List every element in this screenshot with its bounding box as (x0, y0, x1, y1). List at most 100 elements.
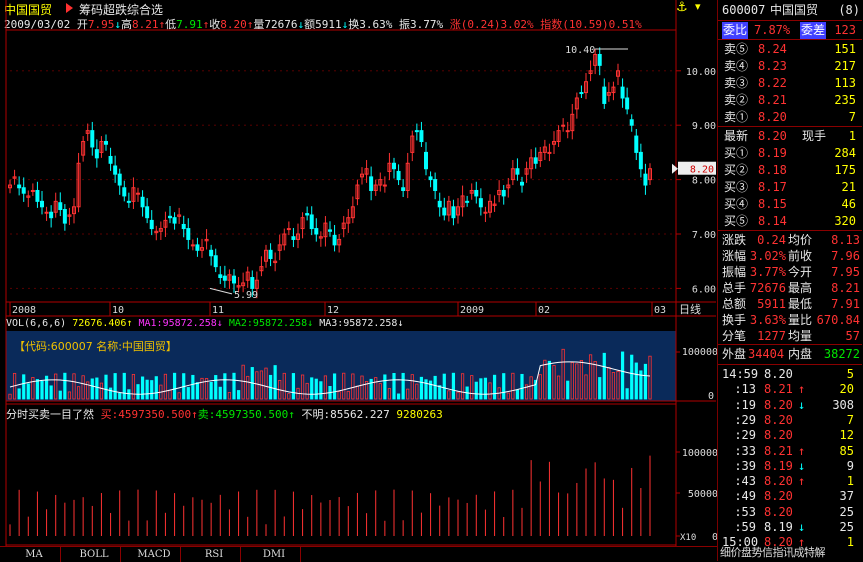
candle-body (222, 275, 227, 281)
volume-bar (22, 374, 26, 400)
trade-axis-label: 100000 (682, 448, 717, 459)
weibi-label: 委比 (722, 22, 749, 39)
trade-unknown: 不明:85562.227 (301, 408, 390, 421)
ask-volume: 217 (834, 59, 856, 73)
candle-body (90, 130, 95, 148)
quote-footer-tabs[interactable]: 细价盘势信指讯成特解 (720, 544, 826, 560)
stat-value: 0.24 (757, 233, 786, 247)
candle-body (21, 187, 26, 194)
candle-body (382, 184, 387, 187)
bid-label: 买① (724, 146, 749, 160)
bid-price: 8.15 (758, 197, 787, 211)
inout-row: 外盘 34404 内盘 38272 (718, 346, 862, 363)
trade-panel-header: 分时买卖一目了然 买:4597350.500↑卖:4597350.500↑ 不明… (6, 406, 443, 422)
stat-row: 涨跌 0.24 均价 8.13 (718, 232, 862, 249)
latest-value: 8.20 (758, 129, 787, 143)
candle-body (643, 173, 648, 186)
bid-price: 8.19 (758, 146, 787, 160)
volume-bar (214, 375, 218, 400)
candle-body (547, 151, 552, 154)
stat-label: 前收 (788, 249, 813, 263)
volume-bar (150, 380, 154, 400)
price-tick-label: 7.00 (692, 230, 716, 241)
volume-bar (140, 376, 145, 400)
volume-bar (451, 372, 456, 400)
volume-bar (401, 372, 405, 400)
volume-bar (630, 354, 634, 400)
ask-row: 卖⑤ 8.24 151 (718, 41, 862, 58)
candle-body (168, 215, 172, 219)
tab-ma[interactable]: MA (8, 547, 61, 562)
quote-name: 中国国贸 (770, 3, 819, 17)
vol-value: 72676.406 (72, 318, 127, 329)
candle-body (44, 211, 49, 214)
stat-label: 最高 (788, 281, 813, 295)
volume-bar (319, 381, 323, 400)
candle-body (94, 149, 99, 159)
tab-macd[interactable]: MACD (128, 547, 181, 562)
candle-body (474, 189, 479, 197)
xianshou-label: 现手 (802, 129, 827, 143)
candle-body (104, 141, 108, 145)
stat-label: 均量 (788, 329, 813, 343)
volume-bar (502, 373, 506, 400)
stat-value: 72676 (749, 281, 786, 295)
stat-row: 振幅 3.77% 今开 7.95 (718, 264, 862, 281)
up-arrow-icon: ↑ (288, 408, 295, 421)
bid-row: 买② 8.18 175 (718, 162, 862, 179)
time-axis-label: 2009 (460, 305, 484, 316)
vol-axis-zero: 0 (708, 391, 714, 402)
time-axis-label: 2008 (12, 305, 36, 316)
stat-value: 3.77% (749, 265, 786, 279)
candle-body (309, 214, 314, 230)
bid-row: 买③ 8.17 21 (718, 179, 862, 196)
volume-bar (95, 377, 99, 400)
candle-body (172, 217, 177, 224)
candle-body (515, 168, 520, 175)
candle-body (437, 200, 442, 208)
bid-volume: 46 (841, 197, 856, 211)
candle-body (332, 234, 337, 246)
tab-rsi[interactable]: RSI (188, 547, 241, 562)
candle-body (108, 155, 113, 164)
stat-value: 7.96 (831, 249, 860, 263)
volume-bar (127, 389, 131, 400)
waipan-label: 外盘 (722, 347, 747, 361)
stat-label: 涨跌 (722, 233, 747, 247)
volume-bar (108, 387, 113, 400)
volume-bar (236, 390, 241, 400)
stat-label: 总手 (722, 281, 747, 295)
stat-value: 670.84 (816, 313, 860, 327)
volume-bar (122, 372, 126, 400)
volume-bar (17, 388, 21, 400)
xianshou-value: 1 (848, 129, 856, 143)
volume-bar (191, 374, 195, 400)
volume-bar (433, 375, 437, 400)
tab-boll[interactable]: BOLL (68, 547, 121, 562)
weicha-label: 委差 (800, 22, 827, 39)
ask-row: 卖④ 8.23 217 (718, 58, 862, 75)
stat-row: 总手 72676 最高 8.21 (718, 280, 862, 297)
period-label: 日线 (679, 302, 701, 316)
candle-body (533, 157, 538, 164)
divider (718, 20, 862, 21)
volume-bar (49, 385, 53, 400)
volume-bar (291, 373, 296, 400)
stat-label: 换手 (722, 313, 747, 327)
bid-label: 买⑤ (724, 214, 749, 228)
divider (718, 344, 862, 345)
candle-body (442, 207, 447, 216)
ask-label: 卖③ (724, 76, 749, 90)
stat-value: 57 (845, 329, 860, 343)
trade-buy: 买:4597350.500 (100, 408, 192, 421)
bid-volume: 320 (834, 214, 856, 228)
candle-body (565, 130, 570, 133)
volume-bar (424, 379, 428, 400)
volume-bar (492, 374, 497, 400)
chart-area[interactable]: 10.00 9.00 8.00 7.00 6.00 8.20 10.40 5.99 2008 10… (0, 0, 717, 546)
candle-body (419, 130, 424, 143)
tab-dmi[interactable]: DMI (248, 547, 301, 562)
volume-bar (273, 365, 277, 400)
candle-body (478, 198, 483, 208)
stock-info-label: 【代码:600007 名称:中国国贸】 (14, 340, 177, 353)
